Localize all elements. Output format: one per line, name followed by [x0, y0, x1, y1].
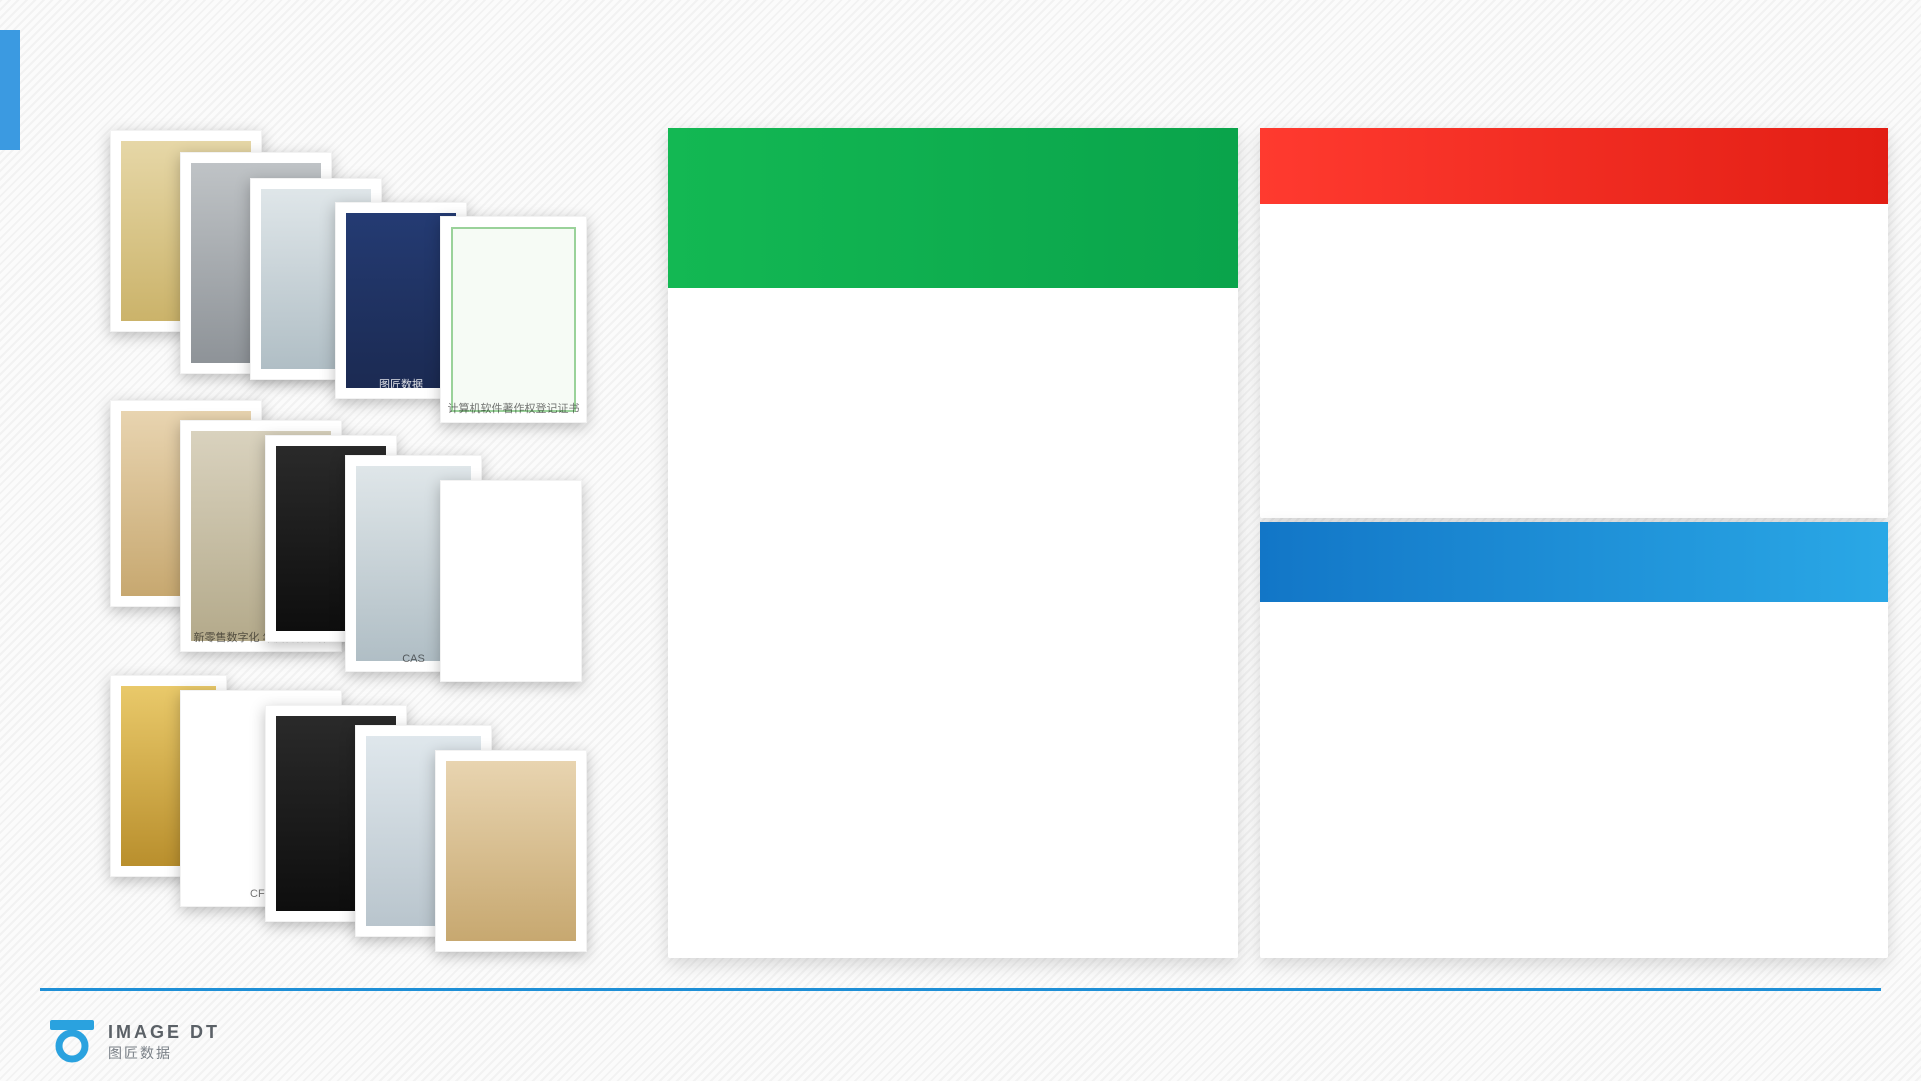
thumb-gov-cert: [440, 480, 582, 682]
thumb-software-copyright: 计算机软件著作权登记证书: [440, 216, 587, 423]
brand-mark-icon: [50, 1020, 94, 1064]
brand-name-en: IMAGE DT: [108, 1022, 220, 1043]
card-blue: [1260, 522, 1888, 958]
card-red: [1260, 128, 1888, 518]
thumb-framed-cert-2: [435, 750, 587, 952]
thumb-caption: 计算机软件著作权登记证书: [441, 400, 586, 416]
card-green: [668, 128, 1238, 958]
accent-tab: [0, 30, 20, 150]
card-blue-header: [1260, 522, 1888, 602]
card-green-header: [668, 128, 1238, 288]
footer-logo: IMAGE DT 图匠数据: [50, 1020, 220, 1064]
card-red-header: [1260, 128, 1888, 204]
divider-bottom: [40, 988, 1881, 991]
slide-canvas: 图匠数据 计算机软件著作权登记证书 新零售数字化 年度合作伙伴 CAS: [0, 0, 1921, 1081]
awards-collage: 图匠数据 计算机软件著作权登记证书 新零售数字化 年度合作伙伴 CAS: [110, 130, 620, 960]
brand-name-cn: 图匠数据: [108, 1043, 220, 1063]
